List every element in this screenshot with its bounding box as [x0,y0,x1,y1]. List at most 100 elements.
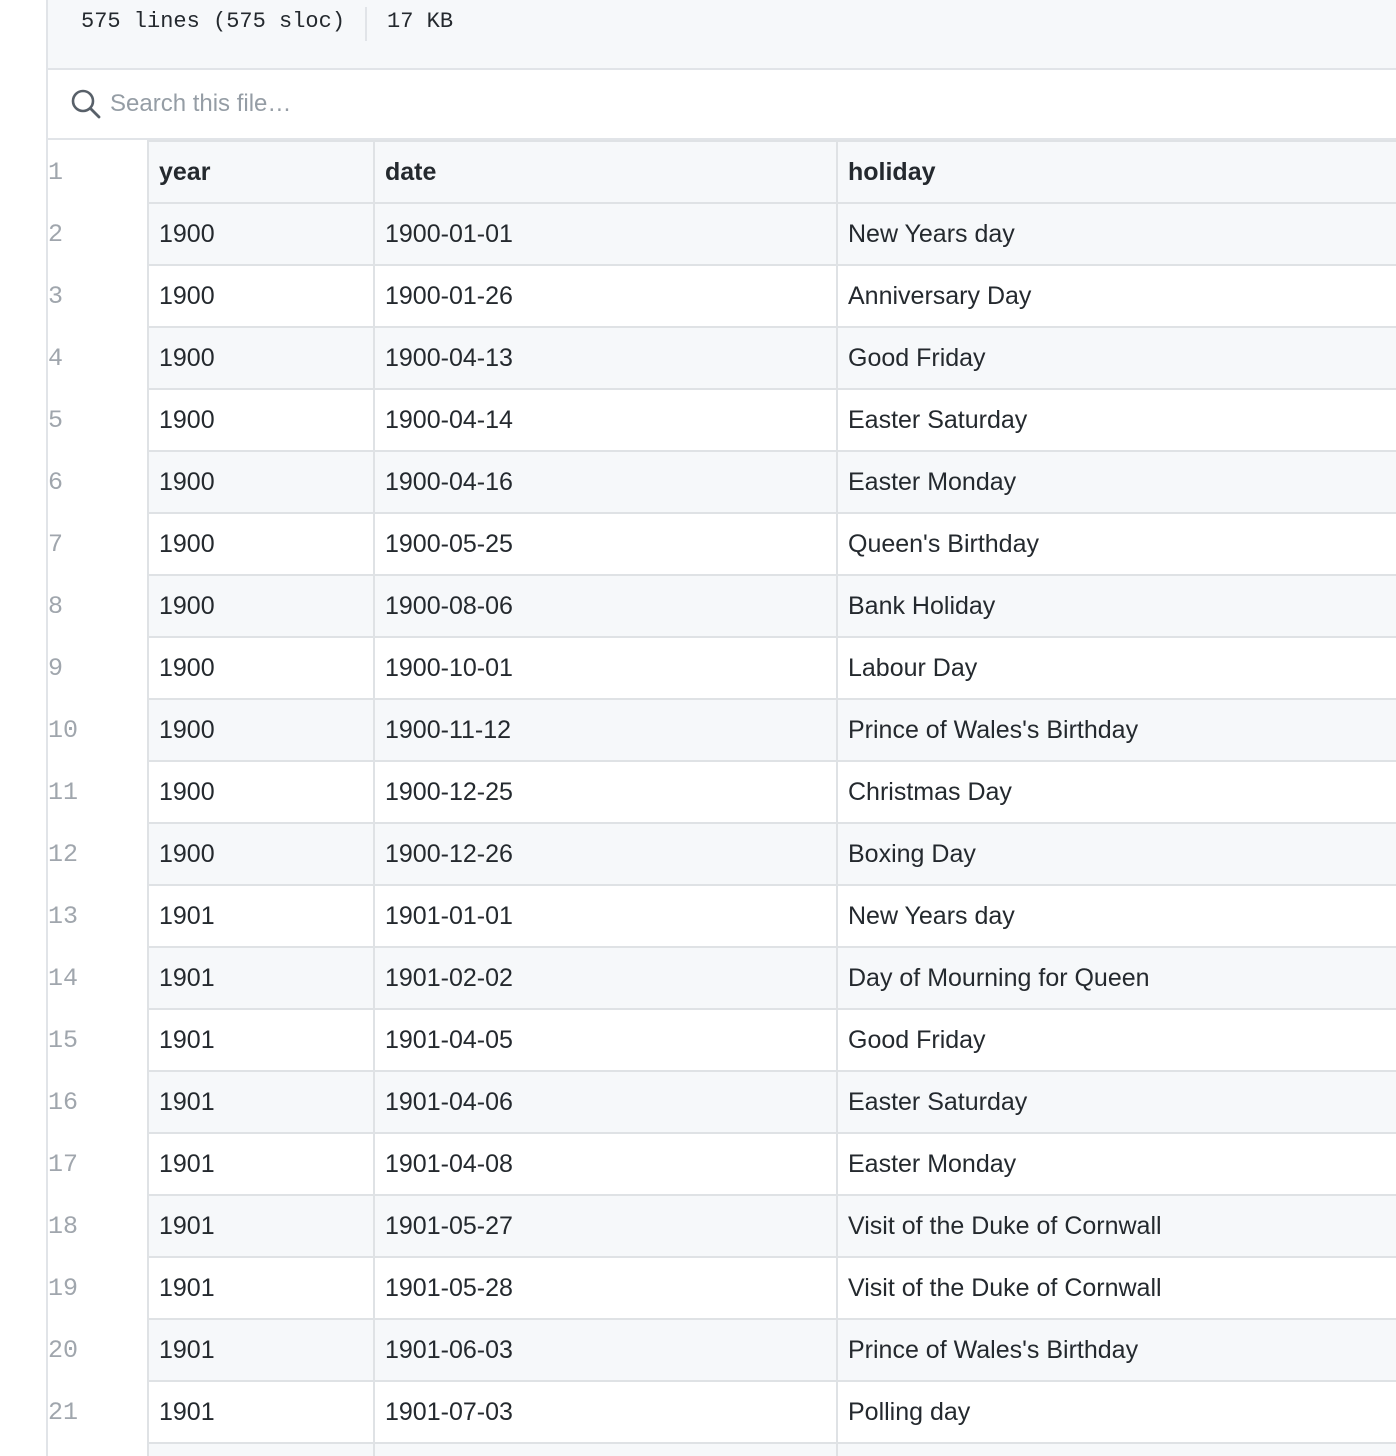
line-number[interactable]: 10 [48,699,148,761]
line-number[interactable]: 14 [48,947,148,1009]
cell-date: 1901-02-02 [373,946,838,1010]
table-row: 8 1900 1900-08-06 Bank Holiday [48,574,1396,638]
line-number[interactable]: 11 [48,761,148,823]
cell-holiday: Visit of the Duke of Cornwall [836,1194,1396,1258]
cell-date: 1901-04-08 [373,1132,838,1196]
table-row: 6 1900 1900-04-16 Easter Monday [48,450,1396,514]
cell-holiday: New Years day [836,884,1396,948]
cell-date: 1900-01-01 [373,202,838,266]
line-number[interactable]: 19 [48,1257,148,1319]
cell-holiday: Easter Saturday [836,1070,1396,1134]
table-row: 19 1901 1901-05-28 Visit of the Duke of Cor… [48,1256,1396,1320]
table-row: 7 1900 1900-05-25 Queen's Birthday [48,512,1396,576]
cell-date: 1900-04-13 [373,326,838,390]
cell-year: 1901 [147,1132,375,1196]
line-count: 575 lines (575 sloc) [81,9,346,34]
table-row: 16 1901 1901-04-06 Easter Saturday [48,1070,1396,1134]
line-number[interactable] [48,1443,148,1456]
page: 575 lines (575 sloc) 17 KB 1 year d [0,0,1396,1456]
table-row: 10 1900 1900-11-12 Prince of Wales's Birthd… [48,698,1396,762]
table-row: 3 1900 1900-01-26 Anniversary Day [48,264,1396,328]
cell-date: 1901-05-28 [373,1256,838,1320]
file-viewer: 575 lines (575 sloc) 17 KB 1 year d [46,0,1396,1456]
cell-year: 1900 [147,264,375,328]
table-row: 17 1901 1901-04-08 Easter Monday [48,1132,1396,1196]
line-number[interactable]: 8 [48,575,148,637]
table-row: 11 1900 1900-12-25 Christmas Day [48,760,1396,824]
line-number[interactable]: 13 [48,885,148,947]
cell-holiday: Prince of Wales's Birthday [836,698,1396,762]
line-number[interactable]: 20 [48,1319,148,1381]
cell-holiday: Easter Monday [836,1132,1396,1196]
cell-year: 1901 [147,1256,375,1320]
table-row: 20 1901 1901-06-03 Prince of Wales's Birthd… [48,1318,1396,1382]
table-row: 4 1900 1900-04-13 Good Friday [48,326,1396,390]
cell-year: 1900 [147,698,375,762]
cell-date: 1900-01-26 [373,264,838,328]
table-row: 12 1900 1900-12-26 Boxing Day [48,822,1396,886]
cell-year: 1900 [147,512,375,576]
line-number[interactable]: 12 [48,823,148,885]
cell-year: 1901 [147,1380,375,1444]
search-input[interactable] [110,90,710,118]
line-number[interactable]: 6 [48,451,148,513]
table-row: 5 1900 1900-04-14 Easter Saturday [48,388,1396,452]
cell-year: 1900 [147,202,375,266]
line-number[interactable]: 2 [48,203,148,265]
cell-year: 1900 [147,388,375,452]
cell-holiday: Christmas Day [836,760,1396,824]
line-number[interactable]: 1 [48,141,148,203]
line-number[interactable]: 15 [48,1009,148,1071]
line-number[interactable]: 3 [48,265,148,327]
line-number[interactable]: 4 [48,327,148,389]
cell-date: 1901-06-03 [373,1318,838,1382]
table-row: 14 1901 1901-02-02 Day of Mourning for Quee… [48,946,1396,1010]
cell-holiday: Visit of the Duke of Cornwall [836,1256,1396,1320]
cell-holiday: Easter Saturday [836,388,1396,452]
cell-holiday: Prince of Wales's Birthday [836,1318,1396,1382]
cell-holiday [836,1442,1396,1456]
cell-date: 1901-01-01 [373,884,838,948]
cell-year: 1901 [147,1318,375,1382]
cell-holiday: New Years day [836,202,1396,266]
cell-date [373,1442,838,1456]
search-icon [70,88,102,120]
column-header-date: date [373,140,838,204]
cell-year: 1900 [147,450,375,514]
cell-date: 1900-12-26 [373,822,838,886]
cell-year: 1900 [147,636,375,700]
cell-year [147,1442,375,1456]
line-number[interactable]: 21 [48,1381,148,1443]
table-row: 2 1900 1900-01-01 New Years day [48,202,1396,266]
line-number[interactable]: 7 [48,513,148,575]
table-row: 21 1901 1901-07-03 Polling day [48,1380,1396,1444]
cell-holiday: Good Friday [836,326,1396,390]
cell-holiday: Labour Day [836,636,1396,700]
line-number[interactable]: 5 [48,389,148,451]
cell-holiday: Polling day [836,1380,1396,1444]
line-number[interactable]: 18 [48,1195,148,1257]
table-row: 9 1900 1900-10-01 Labour Day [48,636,1396,700]
cell-date: 1900-04-16 [373,450,838,514]
column-header-year: year [147,140,375,204]
search-bar [48,70,1396,140]
cell-holiday: Boxing Day [836,822,1396,886]
cell-year: 1900 [147,574,375,638]
file-info-bar: 575 lines (575 sloc) 17 KB [48,0,1396,70]
line-number[interactable]: 9 [48,637,148,699]
line-number[interactable]: 16 [48,1071,148,1133]
cell-holiday: Anniversary Day [836,264,1396,328]
file-size: 17 KB [387,9,454,34]
table-row: 13 1901 1901-01-01 New Years day [48,884,1396,948]
cell-date: 1901-07-03 [373,1380,838,1444]
cell-date: 1901-05-27 [373,1194,838,1258]
cell-year: 1901 [147,1070,375,1134]
table-row: 15 1901 1901-04-05 Good Friday [48,1008,1396,1072]
cell-date: 1900-04-14 [373,388,838,452]
line-number[interactable]: 17 [48,1133,148,1195]
cell-date: 1901-04-05 [373,1008,838,1072]
cell-date: 1900-11-12 [373,698,838,762]
column-header-holiday: holiday [836,140,1396,204]
cell-year: 1901 [147,1194,375,1258]
cell-year: 1900 [147,822,375,886]
